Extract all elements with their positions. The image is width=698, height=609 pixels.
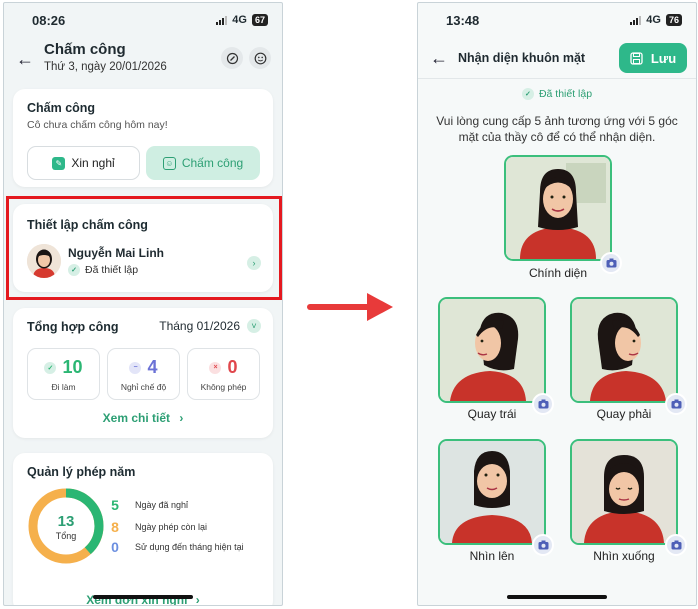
attendance-card: Chấm công Cô chưa chấm công hôm nay! ✎ X… (13, 89, 273, 187)
stat-value: 10 (62, 357, 83, 377)
stat-regime-leave: −4 Nghỉ chế độ (107, 348, 180, 400)
stat-value: 0 (227, 357, 238, 377)
chevron-down-icon: ˅ (247, 319, 261, 333)
right-phone-screen: 13:48 4G 76 ← Nhận diện khuôn mặt Lưu ✓ … (417, 2, 697, 606)
face-label: Chính diện (528, 266, 588, 280)
highlight-box (6, 196, 282, 300)
legend-label: Sử dụng đến tháng hiện tại (135, 542, 244, 552)
status-bar: 08:26 4G 67 (4, 3, 282, 37)
transition-arrow-icon (307, 293, 393, 321)
chevron-right-icon: › (195, 593, 200, 606)
donut-total: 13 (57, 513, 75, 530)
divider (418, 78, 696, 79)
month-selector[interactable]: Tháng 01/2026 ˅ (159, 319, 261, 333)
face-label: Nhìn xuống (593, 549, 655, 563)
page-date: Thứ 3, ngày 20/01/2026 (44, 61, 167, 73)
header: ← Nhận diện khuôn mặt Lưu (418, 39, 696, 79)
face-photo-down[interactable] (570, 439, 678, 545)
save-disk-icon (630, 51, 643, 65)
donut-total-label: Tổng (55, 531, 77, 541)
stat-label: Đi làm (51, 382, 76, 392)
attendance-subtitle: Cô chưa chấm công hôm nay! (27, 119, 168, 131)
legend-label: Ngày đã nghỉ (135, 500, 189, 510)
face-photo-right[interactable] (570, 297, 678, 403)
header: ← Chấm công Thứ 3, ngày 20/01/2026 (4, 37, 282, 83)
checkin-button-label: Chấm công (181, 156, 244, 170)
page-title: Nhận diện khuôn mặt (458, 51, 586, 65)
face-photo-front[interactable] (504, 155, 612, 261)
face-photo-left[interactable] (438, 297, 546, 403)
view-detail-link[interactable]: Xem chi tiết › (13, 411, 273, 425)
legend-used: 5 Ngày đã nghỉ (109, 497, 247, 513)
home-indicator (507, 595, 607, 599)
leave-request-button[interactable]: ✎ Xin nghỉ (27, 146, 140, 180)
back-arrow-icon[interactable]: ← (16, 49, 34, 70)
legend-value: 5 (111, 497, 119, 513)
stat-value: 4 (147, 357, 158, 377)
status-time: 08:26 (32, 12, 66, 28)
minus-icon: − (129, 361, 142, 374)
checkin-button[interactable]: ☺ Chấm công (146, 146, 260, 180)
chevron-right-icon: › (179, 411, 184, 425)
check-icon: ✓ (521, 88, 534, 100)
configured-badge: ✓ Đã thiết lập (418, 88, 696, 100)
leave-button-label: Xin nghỉ (71, 156, 115, 170)
edit-icon[interactable] (221, 47, 243, 69)
left-phone-screen: 08:26 4G 67 ← Chấm công Thứ 3, ngày 20/0… (3, 2, 283, 606)
signal-icon (630, 15, 642, 25)
configured-label: Đã thiết lập (538, 88, 593, 100)
stat-work-days: ✓ 10 Đi làm (27, 348, 100, 400)
legend-label: Ngày phép còn lại (135, 522, 208, 532)
stat-unpermitted: × 0 Không phép (187, 348, 260, 400)
face-label: Nhìn lên (469, 549, 515, 563)
summary-title: Tổng hợp công (27, 320, 119, 334)
battery-icon: 67 (251, 14, 268, 26)
status-bar: 13:48 4G 76 (418, 3, 696, 37)
view-detail-label: Xem chi tiết (102, 411, 170, 425)
pencil-icon: ✎ (52, 156, 66, 170)
network-label: 4G (232, 14, 247, 26)
home-indicator (93, 595, 193, 599)
attendance-title: Chấm công (27, 101, 96, 115)
face-photo-up[interactable] (438, 439, 546, 545)
legend-remaining: 8 Ngày phép còn lại (109, 519, 247, 535)
battery-icon: 76 (665, 14, 682, 26)
check-icon: ✓ (44, 361, 57, 374)
save-button[interactable]: Lưu (619, 43, 687, 73)
instruction-text: Vui lòng cung cấp 5 ảnh tương ứng với 5 … (436, 114, 678, 144)
annual-leave-title: Quản lý phép năm (27, 465, 136, 479)
save-label: Lưu (650, 50, 677, 66)
stat-label: Không phép (200, 382, 247, 392)
face-scan-icon[interactable] (249, 47, 271, 69)
annual-leave-card: Quản lý phép năm 13 Tổng 5 Ngày đã nghỉ … (13, 453, 273, 606)
stat-label: Nghỉ chế độ (120, 382, 167, 392)
signal-icon (216, 15, 228, 25)
network-label: 4G (646, 14, 661, 26)
legend-value: 8 (111, 519, 119, 535)
back-arrow-icon[interactable]: ← (430, 48, 448, 69)
page-title: Chấm công (44, 41, 126, 58)
legend-to-date: 0 Sử dụng đến tháng hiện tại (109, 539, 247, 555)
summary-card: Tổng hợp công Tháng 01/2026 ˅ ✓ 10 Đi làm… (13, 308, 273, 438)
face-label: Quay trái (467, 407, 517, 421)
face-id-icon: ☺ (162, 156, 176, 170)
status-time: 13:48 (446, 12, 480, 28)
month-label: Tháng 01/2026 (159, 319, 240, 333)
legend-value: 0 (111, 539, 119, 555)
close-icon: × (209, 361, 222, 374)
face-label: Quay phải (596, 407, 652, 421)
